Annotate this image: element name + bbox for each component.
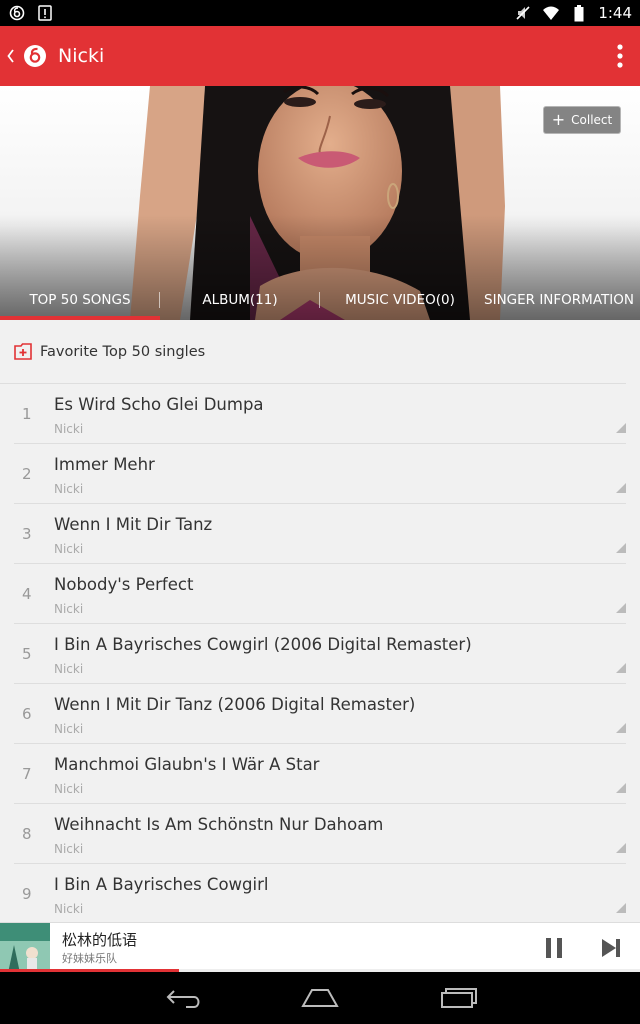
no-sound-icon — [514, 4, 532, 22]
favorite-top-50-button[interactable]: Favorite Top 50 singles — [0, 320, 626, 384]
album-art — [0, 922, 50, 973]
list-item[interactable]: 4 Nobody's Perfect Nicki — [14, 564, 626, 624]
overflow-menu-icon[interactable] — [610, 41, 630, 71]
song-artist: Nicki — [54, 481, 84, 496]
netease-logo-icon — [22, 43, 48, 69]
song-title: I Bin A Bayrisches Cowgirl (2006 Digital… — [54, 634, 472, 654]
list-item[interactable]: 5 I Bin A Bayrisches Cowgirl (2006 Digit… — [14, 624, 626, 684]
song-menu-icon[interactable] — [616, 603, 626, 613]
tab-label: ALBUM(11) — [202, 292, 278, 308]
song-number: 2 — [22, 464, 32, 483]
next-track-button[interactable] — [600, 937, 622, 959]
page-title: Nicki — [58, 45, 105, 67]
song-artist: Nicki — [54, 601, 84, 616]
song-title: Nobody's Perfect — [54, 574, 194, 594]
song-artist: Nicki — [54, 901, 84, 916]
song-number: 1 — [22, 404, 32, 423]
song-title: Weihnacht Is Am Schönstn Nur Dahoam — [54, 814, 384, 834]
song-number: 9 — [22, 884, 32, 903]
song-artist: Nicki — [54, 661, 84, 676]
netease-music-icon — [8, 4, 26, 22]
song-menu-icon[interactable] — [616, 423, 626, 433]
song-artist: Nicki — [54, 541, 84, 556]
battery-icon — [570, 4, 588, 22]
song-menu-icon[interactable] — [616, 483, 626, 493]
song-number: 6 — [22, 704, 32, 723]
tab-album[interactable]: ALBUM(11) — [160, 280, 320, 320]
tab-bar: TOP 50 SONGS ALBUM(11) MUSIC VIDEO(0) SI… — [0, 280, 640, 320]
artist-hero: + Collect TOP 50 SONGS ALBUM(11) MUSIC V… — [0, 86, 640, 320]
now-playing-artist: 好妹妹乐队 — [62, 951, 117, 965]
plus-icon: + — [551, 110, 566, 129]
back-nav-icon[interactable] — [164, 986, 204, 1010]
alert-icon — [36, 4, 54, 22]
song-title: I Bin A Bayrisches Cowgirl — [54, 874, 269, 894]
tab-singer-information[interactable]: SINGER INFORMATION — [480, 280, 638, 320]
song-artist: Nicki — [54, 781, 84, 796]
list-item[interactable]: 6 Wenn I Mit Dir Tanz (2006 Digital Rema… — [14, 684, 626, 744]
song-menu-icon[interactable] — [616, 843, 626, 853]
list-item[interactable]: 7 Manchmoi Glaubn's I Wär A Star Nicki — [14, 744, 626, 804]
tab-label: MUSIC VIDEO(0) — [345, 292, 455, 308]
list-item[interactable]: 9 I Bin A Bayrisches Cowgirl Nicki — [14, 864, 626, 922]
add-folder-icon — [14, 342, 32, 361]
wifi-icon — [542, 4, 560, 22]
list-item[interactable]: 8 Weihnacht Is Am Schönstn Nur Dahoam Nic… — [14, 804, 626, 864]
song-menu-icon[interactable] — [616, 543, 626, 553]
song-menu-icon[interactable] — [616, 723, 626, 733]
song-number: 4 — [22, 584, 32, 603]
tab-music-video[interactable]: MUSIC VIDEO(0) — [320, 280, 480, 320]
back-icon[interactable] — [4, 44, 18, 68]
pause-button[interactable] — [544, 937, 564, 959]
song-number: 3 — [22, 524, 32, 543]
status-bar: 1:44 — [0, 0, 640, 26]
song-title: Manchmoi Glaubn's I Wär A Star — [54, 754, 320, 774]
list-item[interactable]: 2 Immer Mehr Nicki — [14, 444, 626, 504]
list-item[interactable]: 3 Wenn I Mit Dir Tanz Nicki — [14, 504, 626, 564]
song-number: 8 — [22, 824, 32, 843]
mini-player[interactable]: 松林的低语 好妹妹乐队 — [0, 922, 640, 973]
now-playing-title: 松林的低语 — [62, 930, 138, 949]
recents-nav-icon[interactable] — [438, 986, 478, 1010]
collect-button[interactable]: + Collect — [543, 106, 621, 134]
song-artist: Nicki — [54, 421, 84, 436]
song-list-panel: Favorite Top 50 singles 1 Es Wird Scho G… — [0, 320, 640, 922]
tab-top-50-songs[interactable]: TOP 50 SONGS — [0, 280, 160, 320]
song-title: Es Wird Scho Glei Dumpa — [54, 394, 264, 414]
home-nav-icon[interactable] — [300, 986, 340, 1010]
song-menu-icon[interactable] — [616, 903, 626, 913]
song-number: 5 — [22, 644, 32, 663]
status-time: 1:44 — [598, 4, 632, 22]
list-item[interactable]: 1 Es Wird Scho Glei Dumpa Nicki — [14, 384, 626, 444]
tab-label: SINGER INFORMATION — [484, 292, 634, 308]
collect-label: Collect — [571, 113, 613, 127]
song-number: 7 — [22, 764, 32, 783]
song-list: 1 Es Wird Scho Glei Dumpa Nicki 2 Immer M… — [14, 384, 626, 922]
song-title: Wenn I Mit Dir Tanz (2006 Digital Remast… — [54, 694, 416, 714]
system-nav-bar — [0, 972, 640, 1024]
favorite-label: Favorite Top 50 singles — [40, 343, 206, 360]
song-artist: Nicki — [54, 841, 84, 856]
song-menu-icon[interactable] — [616, 783, 626, 793]
tab-label: TOP 50 SONGS — [29, 292, 131, 308]
app-bar: Nicki — [0, 26, 640, 86]
song-artist: Nicki — [54, 721, 84, 736]
song-menu-icon[interactable] — [616, 663, 626, 673]
song-title: Wenn I Mit Dir Tanz — [54, 514, 213, 534]
song-title: Immer Mehr — [54, 454, 155, 474]
